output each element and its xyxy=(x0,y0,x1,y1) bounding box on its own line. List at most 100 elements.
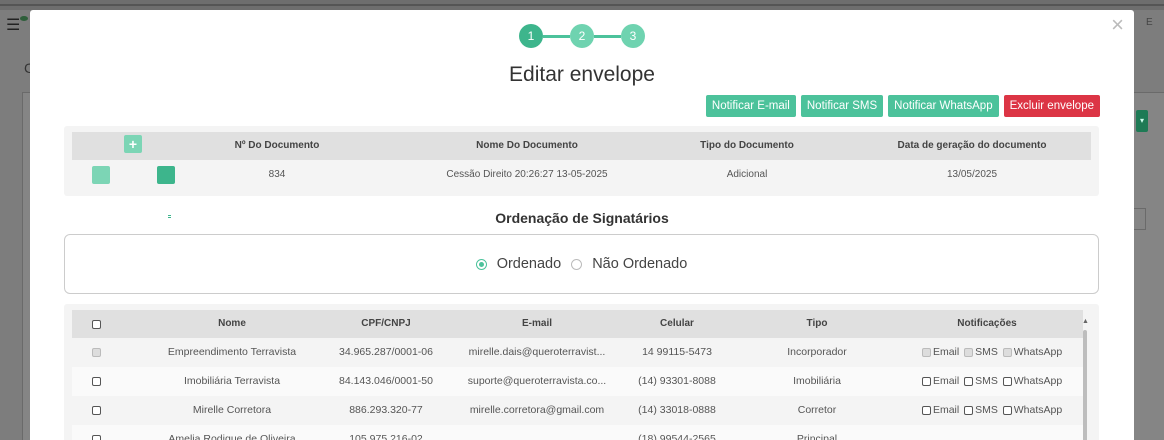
signer-phone: (18) 99544-2565 xyxy=(638,433,716,440)
sms-label: SMS xyxy=(975,346,998,358)
documents-table-header: Nº Do Documento Nome Do Documento Tipo d… xyxy=(72,132,1091,160)
email-label: Email xyxy=(932,404,960,416)
edit-envelope-modal: × 1 2 3 Editar envelope Notificar E-mail… xyxy=(30,10,1134,440)
whatsapp-label: WhatsApp xyxy=(1013,375,1062,387)
column-header-name: Nome Do Documento xyxy=(476,140,578,151)
signer-email: mirelle.dais@queroterravist... xyxy=(468,346,606,358)
step-3[interactable]: 3 xyxy=(621,24,645,48)
radio-ordered[interactable]: Ordenado xyxy=(475,256,561,272)
column-header-name: Nome xyxy=(218,318,246,329)
step-2[interactable]: 2 xyxy=(570,24,594,48)
row-checkbox[interactable] xyxy=(92,435,101,440)
scroll-up-icon[interactable]: ▲ xyxy=(1082,318,1089,325)
column-header-cpf: CPF/CNPJ xyxy=(361,318,411,329)
signer-email: ... xyxy=(532,433,542,440)
stepper: 1 2 3 xyxy=(519,24,645,48)
add-document-button[interactable]: + xyxy=(124,135,142,153)
signer-cpf: 886.293.320-77 xyxy=(349,404,423,416)
sms-label: SMS xyxy=(975,404,998,416)
row-checkbox xyxy=(92,348,101,357)
table-row: Mirelle Corretora 886.293.320-77 mirelle… xyxy=(72,396,1083,425)
delete-document-button[interactable] xyxy=(92,166,110,220)
signer-cpf: 105.975.216-02 xyxy=(349,433,423,440)
signer-name: Amelia Rodigue de Oliveira xyxy=(168,433,296,440)
signer-type: Incorporador xyxy=(787,346,847,358)
email-label: Email xyxy=(932,375,960,387)
whatsapp-checkbox xyxy=(1002,348,1012,357)
background-right-panel xyxy=(1134,92,1164,440)
email-checkbox xyxy=(922,348,931,357)
background-top-line xyxy=(0,4,1164,6)
select-all-checkbox[interactable] xyxy=(92,320,101,329)
ordering-options: Ordenado Não Ordenado xyxy=(64,234,1099,294)
notify-email-button[interactable]: Notificar E-mail xyxy=(705,95,796,117)
menu-icon: ☰ xyxy=(6,17,21,34)
step-1[interactable]: 1 xyxy=(519,24,543,48)
signer-phone: (14) 33018-0888 xyxy=(638,404,716,416)
table-row: Imobiliária Terravista 84.143.046/0001-5… xyxy=(72,367,1083,396)
email-label: Email xyxy=(932,346,960,358)
close-icon[interactable]: × xyxy=(1111,14,1124,36)
notification-options: Email SMS WhatsApp xyxy=(922,367,1062,396)
signers-scrollbar[interactable]: ▲ xyxy=(1082,318,1089,440)
signer-email: mirelle.corretora@gmail.com xyxy=(469,404,605,416)
signer-type: Corretor xyxy=(797,404,837,416)
logo-icon xyxy=(20,16,28,21)
background-user-fragment: E xyxy=(1146,17,1153,28)
notify-whatsapp-button[interactable]: Notificar WhatsApp xyxy=(888,95,999,117)
column-header-number: Nº Do Documento xyxy=(234,140,320,151)
whatsapp-label: WhatsApp xyxy=(1013,346,1062,358)
modal-title: Editar envelope xyxy=(509,63,655,86)
whatsapp-label: WhatsApp xyxy=(1013,404,1062,416)
document-date: 13/05/2025 xyxy=(946,169,998,180)
radio-checked-icon xyxy=(475,258,487,270)
step-connector xyxy=(543,35,570,38)
action-buttons: Notificar E-mail Notificar SMS Notificar… xyxy=(705,95,1100,117)
sms-checkbox[interactable] xyxy=(964,406,974,415)
email-checkbox[interactable] xyxy=(922,406,931,415)
column-header-email: E-mail xyxy=(521,318,552,329)
notification-options: Email SMS WhatsApp xyxy=(922,396,1062,425)
table-row: Empreendimento Terravista 34.965.287/000… xyxy=(72,338,1083,367)
signer-phone: (14) 93301-8088 xyxy=(638,375,716,387)
ordering-title: Ordenação de Signatários xyxy=(495,210,669,226)
whatsapp-checkbox[interactable] xyxy=(1002,406,1012,415)
sms-checkbox[interactable] xyxy=(964,377,974,386)
signer-name: Empreendimento Terravista xyxy=(167,346,297,358)
row-checkbox[interactable] xyxy=(92,377,101,386)
column-header-type: Tipo xyxy=(806,318,828,329)
notification-options: Email SMS WhatsApp xyxy=(922,338,1062,367)
scroll-thumb[interactable] xyxy=(1083,330,1087,440)
view-document-button[interactable] xyxy=(157,166,175,220)
row-checkbox[interactable] xyxy=(92,406,101,415)
sms-label: SMS xyxy=(975,375,998,387)
signer-phone: 14 99115-5473 xyxy=(642,346,712,358)
column-header-phone: Celular xyxy=(660,318,694,329)
document-type: Adicional xyxy=(726,169,768,180)
column-header-date: Data de geração do documento xyxy=(897,140,1047,151)
documents-table: Nº Do Documento Nome Do Documento Tipo d… xyxy=(64,126,1099,220)
background-input-fragment xyxy=(1134,208,1146,230)
signers-table-header: Nome CPF/CNPJ E-mail Celular Tipo Notifi… xyxy=(72,310,1083,338)
notify-sms-button[interactable]: Notificar SMS xyxy=(800,95,884,117)
column-header-notifications: Notificações xyxy=(957,318,1017,329)
signer-name: Imobiliária Terravista xyxy=(183,375,281,387)
signer-email: suporte@queroterravista.co... xyxy=(467,375,607,387)
radio-label-not-ordered: Não Ordenado xyxy=(592,256,688,272)
signer-type: Principal xyxy=(796,433,838,440)
email-checkbox[interactable] xyxy=(922,377,931,386)
sms-checkbox xyxy=(964,348,974,357)
signer-name: Mirelle Corretora xyxy=(192,404,272,416)
document-name: Cessão Direito 20:26:27 13-05-2025 xyxy=(446,169,608,180)
signer-type: Imobiliária xyxy=(793,375,841,387)
delete-envelope-button[interactable]: Excluir envelope xyxy=(1003,95,1100,117)
whatsapp-checkbox[interactable] xyxy=(1002,377,1012,386)
radio-unchecked-icon xyxy=(571,258,583,270)
signers-table: Nome CPF/CNPJ E-mail Celular Tipo Notifi… xyxy=(64,304,1099,440)
step-connector xyxy=(594,35,621,38)
table-row: Amelia Rodigue de Oliveira 105.975.216-0… xyxy=(72,425,1083,440)
document-number: 834 xyxy=(268,169,286,180)
signer-cpf: 34.965.287/0001-06 xyxy=(338,346,433,358)
radio-not-ordered[interactable]: Não Ordenado xyxy=(571,256,687,272)
column-header-type: Tipo do Documento xyxy=(700,140,794,151)
